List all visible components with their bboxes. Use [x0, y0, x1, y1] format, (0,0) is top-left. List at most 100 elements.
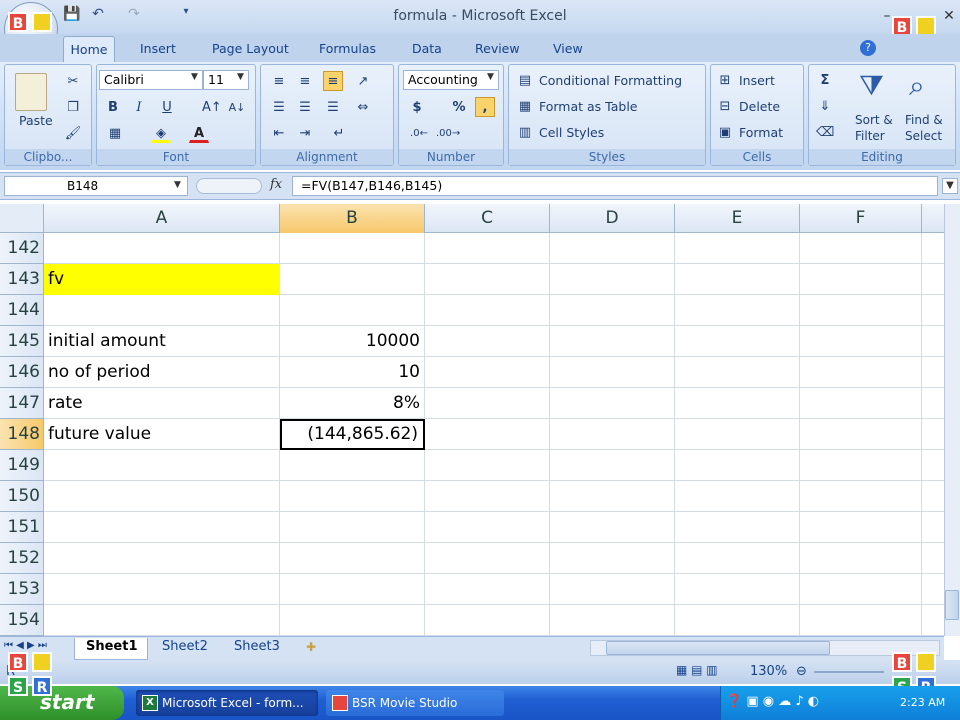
cell-a[interactable]: initial amount — [44, 326, 280, 357]
shrink-font-icon[interactable]: A↓ — [227, 97, 247, 117]
cell-a[interactable]: rate — [44, 388, 280, 419]
wrap-text-icon[interactable]: ↵ — [329, 123, 349, 143]
clear-icon[interactable]: ⌫ — [815, 122, 835, 142]
save-icon[interactable]: 💾 — [62, 6, 82, 24]
cell-a[interactable]: fv — [44, 264, 280, 295]
merge-center-icon[interactable]: ⇔ — [353, 97, 373, 117]
formula-bar-splitter[interactable] — [196, 178, 262, 194]
redo-icon[interactable]: ↷ — [124, 6, 144, 24]
decrease-indent-icon[interactable]: ⇤ — [269, 123, 289, 143]
undo-icon[interactable]: ↶ — [88, 6, 108, 24]
sheet-nav-icon[interactable]: ⏮ ◀ ▶ ⏭ — [4, 640, 47, 651]
tab-data[interactable]: Data — [412, 41, 442, 56]
cell-a[interactable] — [44, 450, 280, 481]
cell-a[interactable] — [44, 295, 280, 326]
insert-function-button[interactable]: fx — [270, 177, 282, 192]
bold-button[interactable]: B — [103, 97, 123, 117]
close-icon[interactable]: ✕ — [938, 8, 960, 26]
cell-a[interactable] — [44, 233, 280, 264]
sheet-tab-2[interactable]: Sheet2 — [162, 639, 208, 654]
cell-b[interactable] — [280, 264, 425, 295]
comma-style-button[interactable]: , — [475, 97, 495, 117]
find-select-label-2[interactable]: Select — [905, 129, 942, 143]
align-center-icon[interactable]: ☰ — [295, 97, 315, 117]
row-header[interactable]: 144 — [0, 295, 44, 326]
cell-a[interactable] — [44, 574, 280, 605]
increase-indent-icon[interactable]: ⇥ — [295, 123, 315, 143]
vertical-scrollbar[interactable] — [944, 204, 960, 636]
percent-style-button[interactable]: % — [449, 97, 469, 117]
tab-view[interactable]: View — [553, 41, 583, 56]
sort-filter-label-2[interactable]: Filter — [855, 129, 885, 143]
autosum-button[interactable]: Σ — [815, 70, 835, 90]
row-header[interactable]: 145 — [0, 326, 44, 357]
cell-b[interactable]: 10 — [280, 357, 425, 388]
sheet-tab-1[interactable]: Sheet1 — [86, 639, 138, 654]
number-format-select[interactable]: Accounting — [403, 70, 499, 90]
delete-cells-button[interactable]: Delete — [739, 99, 780, 114]
column-header-c[interactable]: C — [425, 204, 550, 233]
paste-button[interactable]: Paste — [19, 113, 53, 128]
sort-filter-label-1[interactable]: Sort & — [855, 113, 893, 127]
tab-insert[interactable]: Insert — [140, 41, 176, 56]
increase-decimal-icon[interactable]: .0← — [409, 123, 429, 143]
tray-icons[interactable]: ❓ ▣ ◉ ☁ ♪ ◐ — [726, 694, 819, 709]
row-header[interactable]: 152 — [0, 543, 44, 574]
grow-font-icon[interactable]: A↑ — [201, 97, 222, 117]
cell-a[interactable]: no of period — [44, 357, 280, 388]
tab-home[interactable]: Home — [63, 36, 115, 63]
insert-sheet-icon[interactable]: ✚ — [306, 640, 316, 654]
cell-a[interactable] — [44, 543, 280, 574]
sheet-tab-3[interactable]: Sheet3 — [234, 639, 280, 654]
row-header[interactable]: 143 — [0, 264, 44, 295]
row-header[interactable]: 150 — [0, 481, 44, 512]
formula-input[interactable]: =FV(B147,B146,B145) — [292, 176, 938, 196]
cell-b[interactable] — [280, 543, 425, 574]
taskbar-bsr-movie-studio[interactable]: BSR Movie Studio — [326, 690, 504, 716]
borders-icon[interactable]: ▦ — [105, 123, 125, 143]
row-header[interactable]: 142 — [0, 233, 44, 264]
align-middle-icon[interactable]: ≡ — [295, 71, 315, 91]
align-left-icon[interactable]: ☰ — [269, 97, 289, 117]
orientation-icon[interactable]: ↗ — [353, 71, 373, 91]
cell-b[interactable] — [280, 605, 425, 636]
taskbar-excel[interactable]: Microsoft Excel - form... — [136, 690, 318, 716]
row-header[interactable]: 149 — [0, 450, 44, 481]
format-painter-icon[interactable]: 🖌 — [63, 123, 83, 143]
font-color-icon[interactable]: A — [189, 123, 209, 143]
cell-b[interactable] — [280, 574, 425, 605]
row-header[interactable]: 148 — [0, 419, 44, 450]
select-all-button[interactable] — [0, 204, 44, 233]
cell-b[interactable]: 8% — [280, 388, 425, 419]
column-header-e[interactable]: E — [675, 204, 800, 233]
row-header[interactable]: 151 — [0, 512, 44, 543]
tab-review[interactable]: Review — [475, 41, 520, 56]
copy-icon[interactable]: ❐ — [63, 97, 83, 117]
row-header[interactable]: 154 — [0, 605, 44, 636]
help-icon[interactable]: ? — [860, 40, 876, 56]
expand-formula-bar-icon[interactable]: ▼ — [942, 178, 958, 194]
insert-cells-button[interactable]: Insert — [739, 73, 775, 88]
column-header-f[interactable]: F — [800, 204, 922, 233]
row-header[interactable]: 147 — [0, 388, 44, 419]
vertical-scroll-thumb[interactable] — [945, 590, 959, 620]
name-box[interactable]: B148 — [4, 176, 188, 196]
active-cell-b148[interactable]: (144,865.62) — [280, 419, 425, 450]
column-header-d[interactable]: D — [550, 204, 675, 233]
column-header-b[interactable]: B — [280, 204, 425, 233]
paste-icon[interactable] — [15, 73, 47, 111]
cell-a[interactable] — [44, 512, 280, 543]
customize-qat-icon[interactable]: ▾ — [176, 6, 196, 24]
tab-page-layout[interactable]: Page Layout — [212, 41, 289, 56]
cell-b[interactable] — [280, 512, 425, 543]
format-as-table-button[interactable]: Format as Table — [539, 99, 638, 114]
horizontal-scroll-thumb[interactable] — [606, 641, 830, 655]
font-name-select[interactable]: Calibri — [99, 70, 203, 90]
cell-a[interactable]: future value — [44, 419, 280, 450]
cell-b[interactable] — [280, 481, 425, 512]
view-buttons-icon[interactable]: ▦ ▤ ▥ — [676, 663, 718, 677]
align-top-icon[interactable]: ≡ — [269, 71, 289, 91]
decrease-decimal-icon[interactable]: .00→ — [435, 123, 460, 143]
cell-styles-button[interactable]: Cell Styles — [539, 125, 604, 140]
italic-button[interactable]: I — [129, 97, 149, 117]
